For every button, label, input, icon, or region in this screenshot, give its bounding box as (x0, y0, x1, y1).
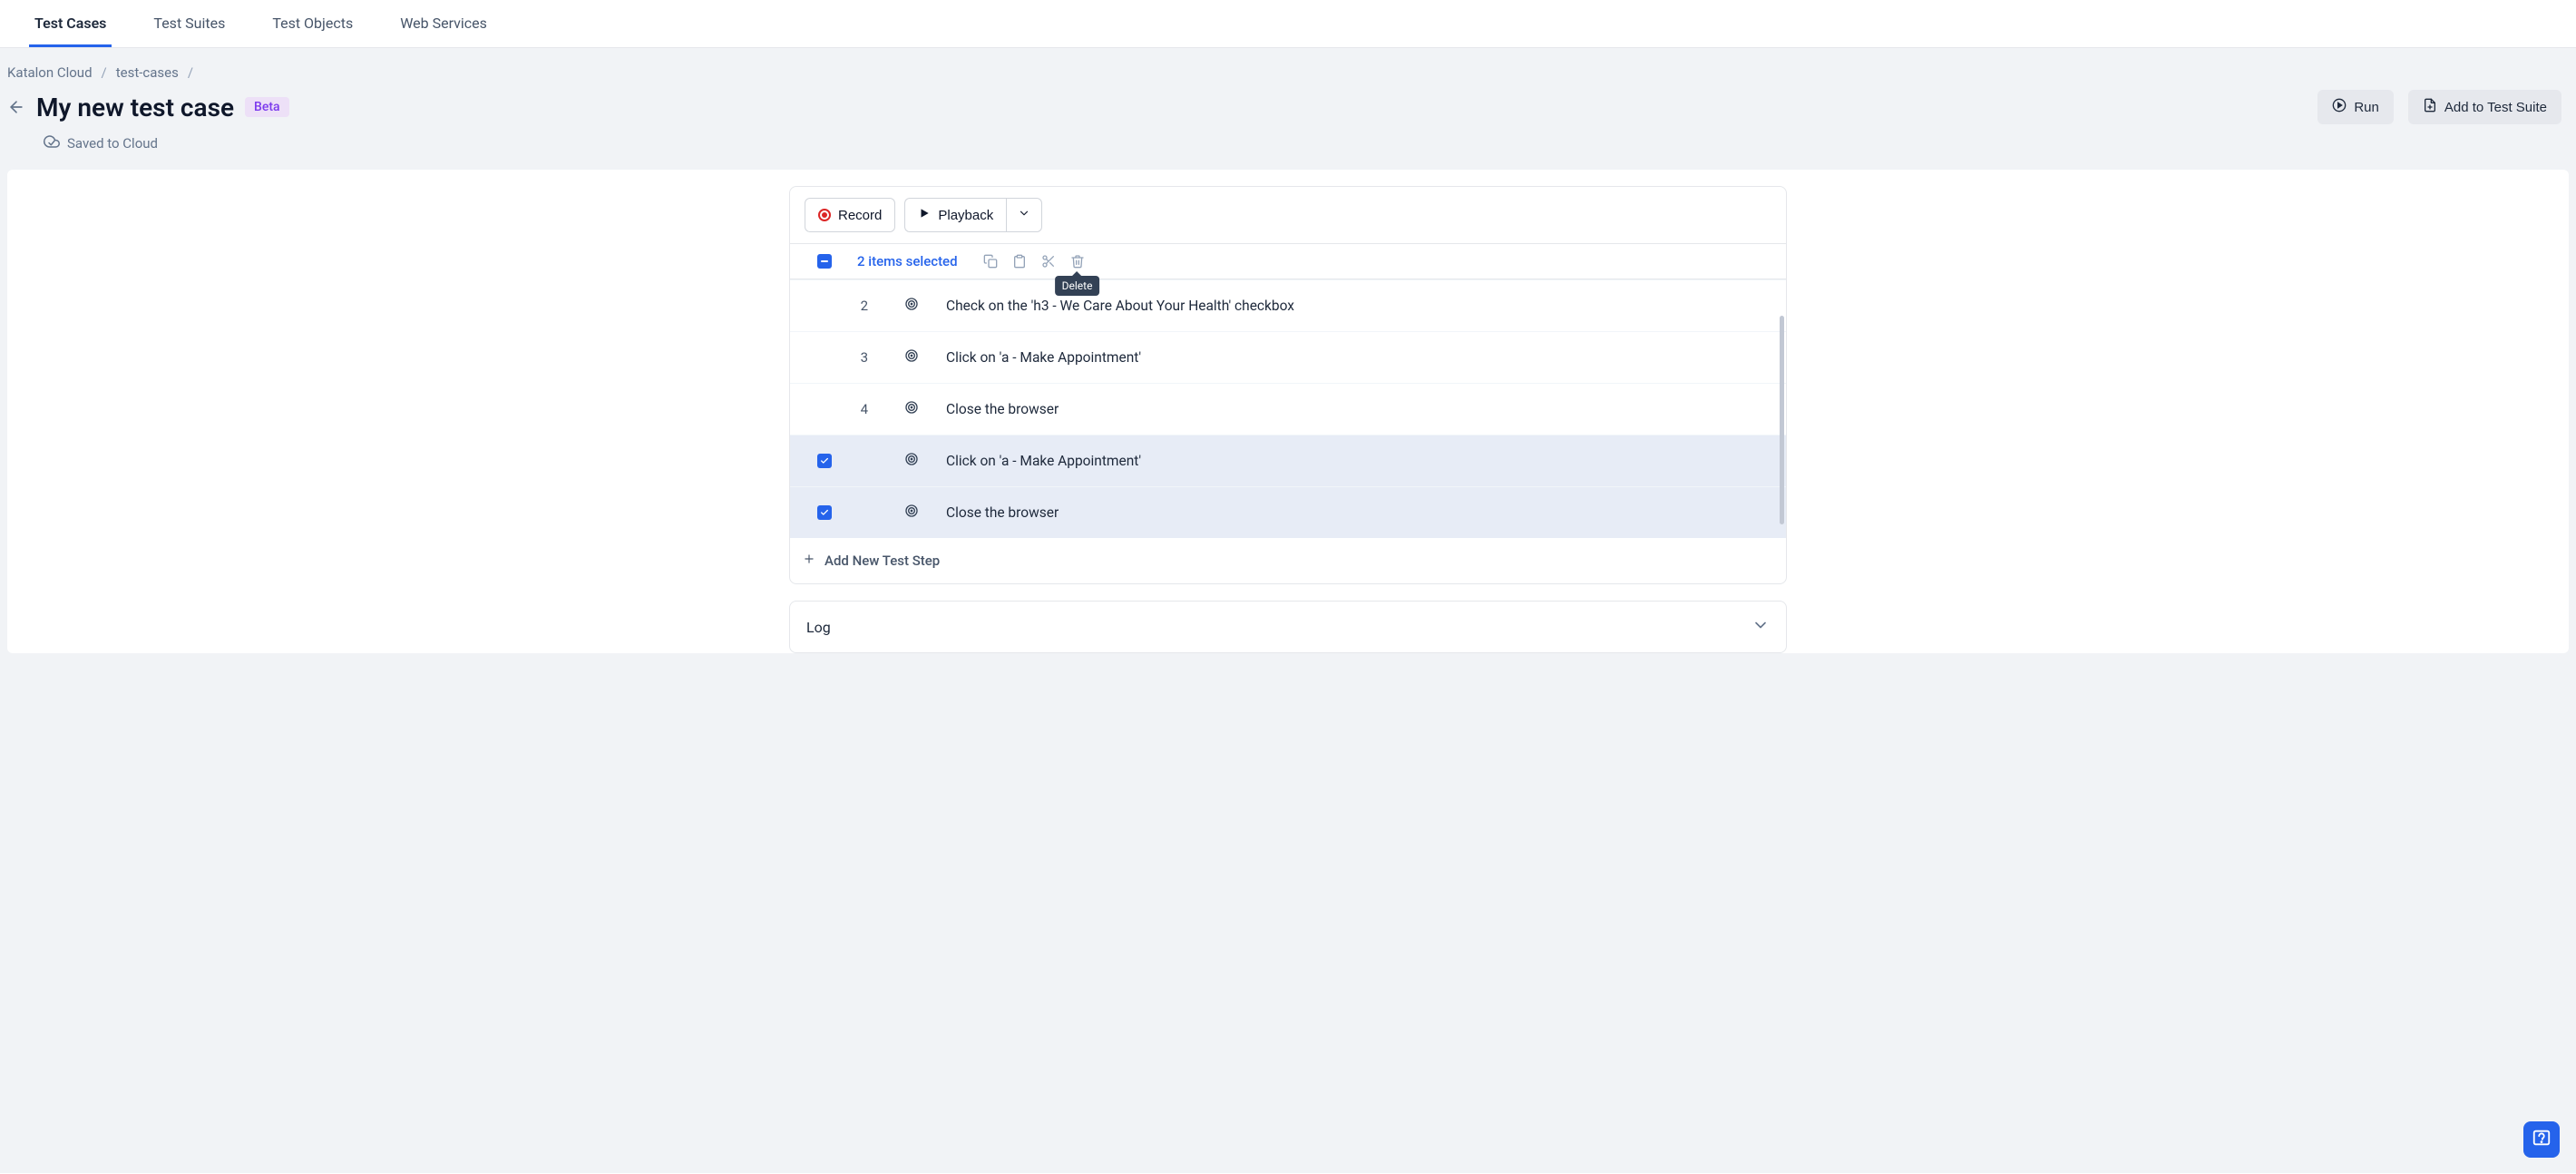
plus-icon (803, 553, 815, 569)
help-fab[interactable] (2523, 1121, 2560, 1158)
record-label: Record (838, 208, 882, 223)
breadcrumb-item[interactable]: Katalon Cloud (7, 64, 93, 81)
breadcrumb-sep: / (102, 64, 107, 81)
add-step-label: Add New Test Step (825, 553, 940, 569)
log-panel[interactable]: Log (789, 601, 1787, 653)
log-title: Log (806, 619, 831, 636)
play-circle-icon (2332, 98, 2347, 116)
steps-list: 2 Check on the 'h3 - We Care About Your … (790, 279, 1786, 538)
step-row[interactable]: 2 Check on the 'h3 - We Care About Your … (790, 279, 1786, 331)
cut-icon[interactable] (1041, 254, 1056, 269)
paste-icon[interactable] (1012, 254, 1027, 269)
selection-count: 2 items selected (857, 253, 958, 269)
file-plus-icon (2423, 98, 2437, 116)
breadcrumb-sep: / (188, 64, 193, 81)
breadcrumb-item[interactable]: test-cases (116, 64, 179, 81)
tab-test-cases[interactable]: Test Cases (29, 0, 112, 47)
target-icon (904, 504, 919, 522)
step-description: Check on the 'h3 - We Care About Your He… (946, 298, 1294, 314)
target-icon (904, 348, 919, 367)
target-icon (904, 400, 919, 418)
run-button[interactable]: Run (2317, 90, 2394, 124)
step-description: Close the browser (946, 401, 1059, 417)
saved-status-text: Saved to Cloud (67, 135, 158, 152)
add-step-button[interactable]: Add New Test Step (790, 538, 1786, 583)
add-to-suite-label: Add to Test Suite (2444, 100, 2547, 115)
tab-test-suites[interactable]: Test Suites (148, 0, 230, 47)
back-arrow-icon[interactable] (7, 98, 25, 116)
playback-label: Playback (938, 208, 993, 223)
step-row[interactable]: Click on 'a - Make Appointment' (790, 435, 1786, 486)
chevron-down-icon[interactable] (1751, 616, 1770, 638)
select-all-checkbox[interactable] (817, 254, 832, 269)
add-to-suite-button[interactable]: Add to Test Suite (2408, 90, 2561, 124)
scrollbar-thumb[interactable] (1780, 316, 1784, 524)
help-icon (2532, 1128, 2552, 1151)
tab-web-services[interactable]: Web Services (395, 0, 493, 47)
cloud-check-icon (44, 133, 60, 153)
target-icon (904, 297, 919, 315)
beta-badge: Beta (245, 97, 289, 117)
step-number: 3 (850, 349, 868, 366)
step-number: 2 (850, 298, 868, 314)
editor-panel: Record Playback (789, 186, 1787, 584)
step-row[interactable]: Close the browser (790, 486, 1786, 538)
page-title: My new test case (36, 93, 234, 122)
record-button[interactable]: Record (805, 198, 895, 232)
saved-status: Saved to Cloud (7, 133, 2569, 153)
play-icon (918, 207, 931, 223)
step-row[interactable]: 3 Click on 'a - Make Appointment' (790, 331, 1786, 383)
run-button-label: Run (2354, 100, 2379, 115)
step-checkbox[interactable] (817, 454, 832, 468)
copy-icon[interactable] (983, 254, 998, 269)
target-icon (904, 452, 919, 470)
delete-icon[interactable]: Delete (1070, 254, 1085, 269)
playback-dropdown-button[interactable] (1006, 198, 1042, 232)
record-icon (818, 209, 831, 221)
chevron-down-icon (1018, 207, 1030, 223)
step-checkbox[interactable] (817, 505, 832, 520)
step-number: 4 (850, 401, 868, 417)
step-description: Click on 'a - Make Appointment' (946, 349, 1141, 366)
playback-button[interactable]: Playback (904, 198, 1006, 232)
step-description: Close the browser (946, 504, 1059, 521)
step-row[interactable]: 4 Close the browser (790, 383, 1786, 435)
tab-test-objects[interactable]: Test Objects (267, 0, 358, 47)
step-description: Click on 'a - Make Appointment' (946, 453, 1141, 469)
top-tabs: Test Cases Test Suites Test Objects Web … (0, 0, 2576, 48)
delete-tooltip: Delete (1055, 276, 1100, 296)
breadcrumb: Katalon Cloud / test-cases / (7, 64, 2569, 81)
